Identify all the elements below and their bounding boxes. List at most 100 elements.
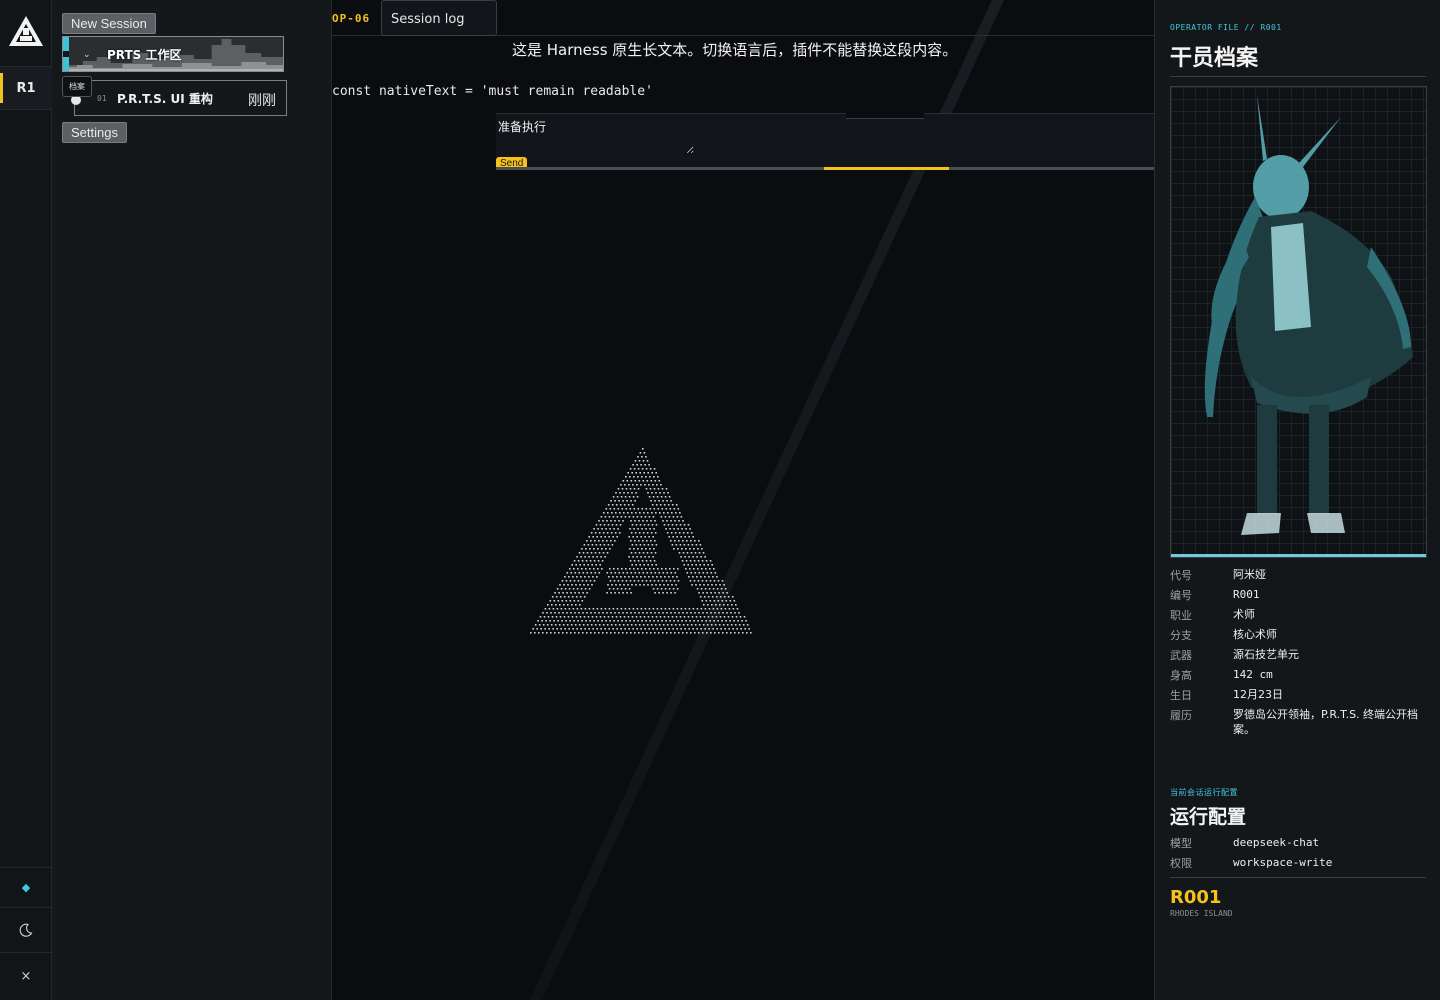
new-session-button[interactable]: New Session [62,13,156,34]
diamond-icon[interactable]: ◆ [0,867,52,907]
ascii-dot [619,616,622,618]
ascii-dot [666,572,669,574]
ascii-dot [645,508,648,510]
ascii-dot [742,632,744,634]
ascii-dot [551,604,553,606]
ascii-dot [657,620,659,622]
ascii-dot [606,572,609,574]
ascii-dot [674,520,676,522]
ascii-dot [632,516,635,518]
ascii-dot [713,620,715,622]
ascii-dot [631,504,634,506]
ascii-dot [630,572,633,574]
ascii-dot [707,564,709,566]
ascii-dot [617,568,619,570]
ascii-dot [588,628,590,630]
ascii-dot [691,616,694,618]
rail-item-r1[interactable]: R1 [0,66,52,110]
ascii-dot [631,544,634,546]
close-icon[interactable]: × [0,952,52,1000]
ascii-dot [704,608,707,610]
ascii-dot [612,628,614,630]
ascii-dot [609,548,611,550]
settings-button[interactable]: Settings [62,122,127,143]
chevron-down-icon[interactable]: ⌄ [83,50,91,60]
ascii-dot [654,480,657,482]
ascii-dot [696,556,698,558]
ascii-dot [632,536,634,538]
workspace-group[interactable]: ⌄ PRTS 工作区 [62,36,284,72]
ascii-dot [550,624,553,626]
ascii-dot [676,576,678,578]
ascii-dot [635,512,637,514]
ascii-dot [641,548,643,550]
ascii-dot [633,528,635,530]
ascii-dot [541,620,543,622]
session-item[interactable]: 01 P.R.T.S. UI 重构 刚刚 [71,80,287,116]
ascii-dot [622,624,625,626]
ascii-dot [653,528,655,530]
ascii-dot [599,544,602,546]
ascii-dot [661,488,664,490]
ascii-dot [671,616,674,618]
ascii-dot [713,600,716,602]
ascii-dot [576,608,579,610]
tab-session-log[interactable]: Session log [381,0,497,36]
ascii-dot [596,628,598,630]
ascii-dot [581,548,583,550]
ascii-dot [565,600,568,602]
ascii-dot [596,556,598,558]
ascii-dot [644,516,647,518]
moon-icon[interactable] [0,907,52,952]
field-value: 阿米娅 [1233,568,1266,581]
ascii-dot [600,628,602,630]
ascii-dot [704,556,706,558]
ascii-dot [662,624,665,626]
ascii-dot [654,520,656,522]
ascii-dot [636,516,639,518]
ascii-dot [573,620,575,622]
ascii-dot [568,588,571,590]
rhodes-island-logo-icon[interactable] [8,14,44,48]
ascii-dot [616,628,618,630]
ascii-dot [585,580,588,582]
ascii-dot [719,584,721,586]
ascii-dot [667,512,669,514]
ascii-dot [670,540,672,542]
ascii-dot [644,536,646,538]
ascii-dot [555,604,557,606]
ascii-dot [744,628,746,630]
ascii-dot [619,504,622,506]
ascii-dot [624,516,627,518]
ascii-dot [580,588,583,590]
field-value: R001 [1233,588,1260,601]
ascii-dot [635,492,637,494]
ascii-dot [640,628,642,630]
ascii-dot [668,536,670,538]
ascii-dot [643,524,646,526]
ascii-dot [603,544,606,546]
ascii-dot [700,608,703,610]
ascii-dot [605,528,607,530]
ascii-dot [633,488,636,490]
ascii-dot [622,612,624,614]
ascii-dot [654,552,657,554]
ascii-dot [576,576,578,578]
ascii-dot [628,576,630,578]
field-key: 生日 [1170,689,1192,702]
ascii-dot [707,596,710,598]
ascii-dot [711,616,714,618]
ascii-dot [648,516,651,518]
ascii-dot [574,632,576,634]
ascii-dot [624,588,627,590]
ascii-dot [694,552,697,554]
ascii-dot [612,608,615,610]
ascii-dot [598,532,601,534]
ascii-dot [633,568,635,570]
ascii-dot [636,608,639,610]
prompt-input[interactable] [496,114,694,154]
ascii-dot [673,548,675,550]
ascii-dot [677,508,680,510]
ascii-dot [670,592,672,594]
ascii-dot [698,632,700,634]
